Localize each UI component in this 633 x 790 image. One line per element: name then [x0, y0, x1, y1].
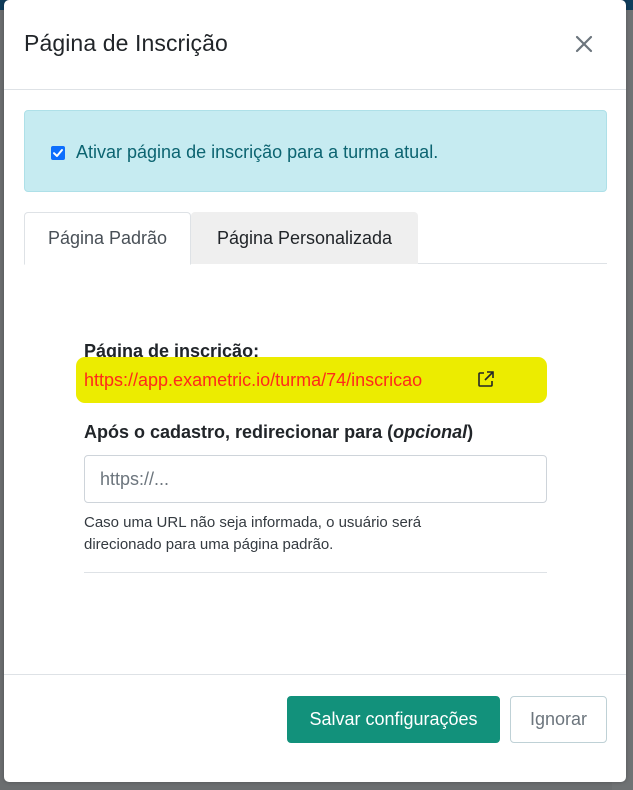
signup-page-modal: Página de Inscrição Ativar página de ins… [4, 0, 626, 782]
modal-header: Página de Inscrição [4, 0, 626, 90]
tab-default-page[interactable]: Página Padrão [24, 212, 191, 265]
modal-title: Página de Inscrição [24, 30, 228, 56]
activate-alert: Ativar página de inscrição para a turma … [24, 110, 607, 192]
optional-label: opcional [393, 422, 468, 442]
save-settings-button[interactable]: Salvar configurações [287, 696, 500, 743]
redirect-url-input[interactable] [84, 455, 547, 503]
redirect-label: Após o cadastro, redirecionar para (opci… [84, 422, 474, 442]
external-link-icon [478, 371, 494, 387]
checkmark-icon [53, 149, 63, 157]
external-link-button[interactable] [476, 369, 496, 389]
tabs: Página Padrão Página Personalizada [24, 212, 607, 265]
signup-page-link[interactable]: https://app.exametric.io/turma/74/inscri… [84, 370, 422, 391]
content-divider [84, 572, 547, 573]
tab-custom-page[interactable]: Página Personalizada [191, 212, 418, 264]
close-icon [575, 35, 593, 53]
close-button[interactable] [570, 30, 598, 58]
redirect-help-text: Caso uma URL não seja informada, o usuár… [84, 514, 422, 553]
modal-footer: Salvar configurações Ignorar [4, 674, 626, 782]
activate-checkbox-label[interactable]: Ativar página de inscrição para a turma … [76, 142, 438, 163]
activate-checkbox[interactable] [51, 146, 65, 160]
ignore-button[interactable]: Ignorar [510, 696, 607, 743]
